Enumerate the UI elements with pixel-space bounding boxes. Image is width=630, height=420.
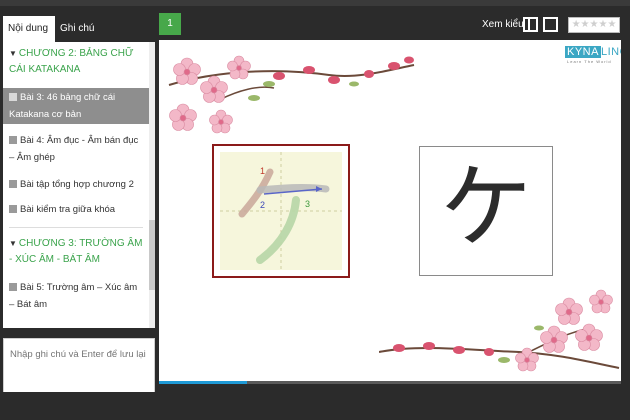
lesson-item[interactable]: Bài tập tổng hợp chương 2 <box>3 176 149 193</box>
star-rating[interactable]: ★★★★★ <box>568 17 620 33</box>
sidebar-tabs: Nội dung Ghi chú <box>3 16 155 42</box>
page-number-badge[interactable]: 1 <box>159 13 181 35</box>
lesson-item[interactable]: Bài kiểm tra giữa khóa <box>3 201 149 218</box>
cherry-blossom-top-decoration <box>168 55 415 134</box>
note-input[interactable] <box>4 339 154 395</box>
lesson-progress-fill <box>159 381 247 384</box>
stroke-order-diagram: 1 2 3 <box>220 152 342 270</box>
sidebar: Nội dung Ghi chú ▼ CHƯƠNG 2: BẢNG CHỮ CÁI… <box>3 12 155 396</box>
stroke-number-1: 1 <box>260 166 265 176</box>
caret-down-icon: ▼ <box>9 239 17 248</box>
top-bar <box>0 0 630 6</box>
katakana-character: ケ <box>439 154 532 261</box>
stroke-order-canvas: 1 2 3 <box>220 152 342 270</box>
fullwidth-view-icon[interactable] <box>543 17 558 32</box>
stroke-number-3: 3 <box>305 199 310 209</box>
document-icon <box>9 93 17 101</box>
lesson-item[interactable]: Bài 5: Trường âm – Xúc âm – Bát âm <box>3 279 149 313</box>
view-mode-label: Xem kiểu <box>482 19 524 30</box>
logo-tagline: Learn The World <box>567 59 612 64</box>
sidebar-view-icon[interactable] <box>523 17 538 32</box>
caret-down-icon: ▼ <box>9 49 17 58</box>
lesson-slide: KYNALINGO Learn The World 1 2 3 ケ <box>159 40 621 382</box>
note-box <box>3 338 155 396</box>
cherry-blossom-bottom-decoration <box>379 289 620 372</box>
document-icon <box>9 180 17 188</box>
lesson-item[interactable]: Bài 4: Âm đục - Âm bán đục – Âm ghép <box>3 132 149 166</box>
tab-content[interactable]: Nội dung <box>3 16 55 42</box>
bottom-bar <box>0 392 630 420</box>
document-icon <box>9 283 17 291</box>
lesson-progress-bar[interactable] <box>159 381 621 384</box>
scrollbar-thumb[interactable] <box>149 220 155 290</box>
tab-notes[interactable]: Ghi chú <box>55 16 103 42</box>
document-icon <box>9 205 17 213</box>
lesson-item-active[interactable]: Bài 3: 46 bảng chữ cái Katakana cơ bản <box>3 88 149 124</box>
chapter-2-heading[interactable]: ▼ CHƯƠNG 2: BẢNG CHỮ CÁI KATAKANA <box>9 46 145 78</box>
lesson-player: Nội dung Ghi chú ▼ CHƯƠNG 2: BẢNG CHỮ CÁI… <box>0 0 630 420</box>
chapter-3-heading[interactable]: ▼ CHƯƠNG 3: TRƯỜNG ÂM - XÚC ÂM - BÁT ÂM <box>9 236 145 268</box>
stroke-order-panel: 1 2 3 <box>212 144 350 278</box>
stroke-number-2: 2 <box>260 200 265 210</box>
document-icon <box>9 136 17 144</box>
lesson-list: ▼ CHƯƠNG 2: BẢNG CHỮ CÁI KATAKANA Bài 3: … <box>3 42 155 328</box>
kynalingo-logo: KYNALINGO <box>565 46 621 58</box>
divider <box>9 227 143 228</box>
character-panel: ケ <box>419 146 553 276</box>
